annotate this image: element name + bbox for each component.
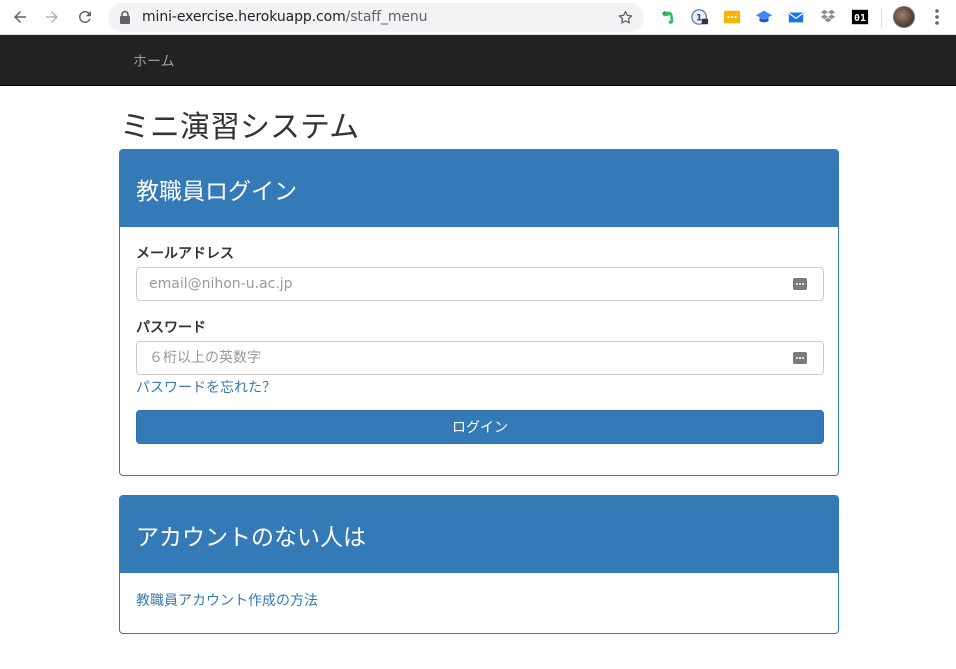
forgot-password-link[interactable]: パスワードを忘れた？ xyxy=(136,377,276,397)
url-host: mini-exercise.herokuapp.com xyxy=(142,9,346,25)
back-button[interactable] xyxy=(8,5,32,29)
no-account-panel: アカウントのない人は 教職員アカウント作成の方法 xyxy=(119,495,839,634)
profile-avatar[interactable] xyxy=(893,6,915,28)
bookmark-star-icon[interactable] xyxy=(617,9,634,26)
account-panel-heading: アカウントのない人は xyxy=(120,496,838,573)
dropbox-icon[interactable] xyxy=(818,7,838,27)
graduation-cap-icon[interactable] xyxy=(754,7,774,27)
email-label: メールアドレス xyxy=(136,246,234,262)
url-text: mini-exercise.herokuapp.com/staff_menu xyxy=(142,9,428,25)
url-path: /staff_menu xyxy=(345,9,428,25)
password-field[interactable] xyxy=(136,341,824,375)
svg-text:1: 1 xyxy=(696,14,702,24)
notes-extension-icon[interactable] xyxy=(722,7,742,27)
login-panel-heading: 教職員ログイン xyxy=(120,150,838,227)
mail-icon[interactable] xyxy=(786,7,806,27)
counter-extension-icon[interactable]: 01 xyxy=(850,7,870,27)
counter-badge-text: 01 xyxy=(854,13,866,24)
back-arrow-icon xyxy=(14,11,26,23)
forward-arrow-icon xyxy=(46,11,58,23)
address-bar[interactable]: mini-exercise.herokuapp.com/staff_menu xyxy=(108,3,644,32)
site-navbar: ホーム xyxy=(0,35,956,86)
password-manager-icon[interactable]: 1 xyxy=(690,7,710,27)
page-title: ミニ演習システム xyxy=(120,110,360,145)
browser-toolbar: mini-exercise.herokuapp.com/staff_menu 1… xyxy=(0,0,956,35)
create-account-guide-link[interactable]: 教職員アカウント作成の方法 xyxy=(136,590,318,610)
staff-login-panel: 教職員ログイン メールアドレス パスワード パスワードを忘れた？ ログイン xyxy=(119,149,839,476)
toolbar-divider xyxy=(881,9,882,27)
forward-button[interactable] xyxy=(40,5,64,29)
evernote-icon[interactable] xyxy=(658,7,678,27)
reload-button[interactable] xyxy=(73,5,97,29)
login-button[interactable]: ログイン xyxy=(136,410,824,444)
email-field[interactable] xyxy=(136,267,824,301)
password-manager-key-icon[interactable] xyxy=(793,278,807,290)
chrome-menu-icon[interactable] xyxy=(928,7,946,27)
nav-home-link[interactable]: ホーム xyxy=(133,51,175,71)
reload-icon xyxy=(78,10,91,23)
password-manager-key-icon[interactable] xyxy=(793,352,807,364)
lock-icon xyxy=(120,10,130,24)
password-label: パスワード xyxy=(136,320,206,336)
